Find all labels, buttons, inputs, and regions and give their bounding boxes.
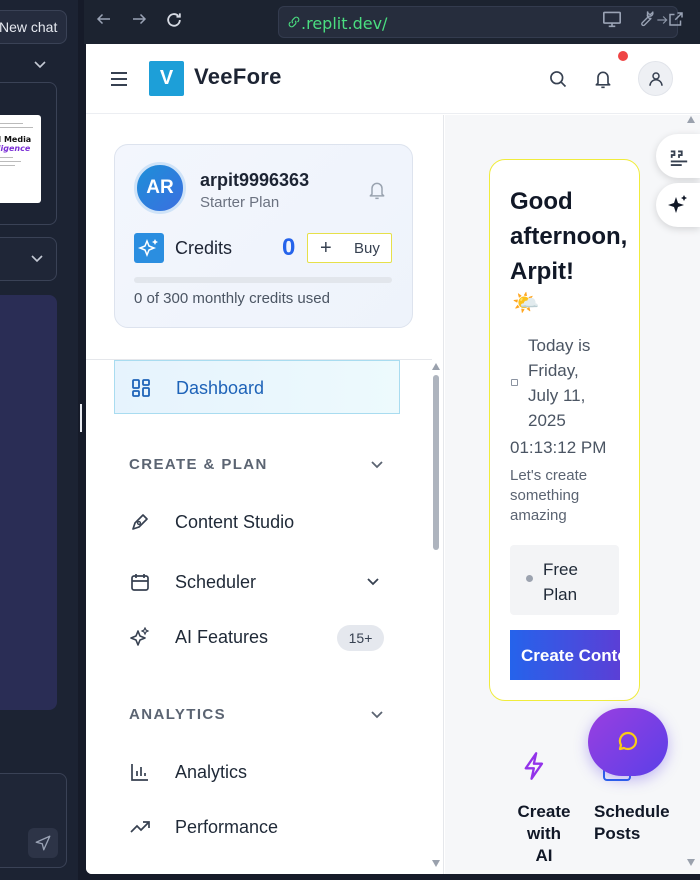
plus-icon: + (320, 237, 332, 259)
calendar-icon (511, 379, 518, 386)
scroll-up-arrow[interactable] (687, 116, 695, 123)
back-icon[interactable] (92, 10, 116, 34)
credits-progress-bar (134, 277, 392, 283)
sidebar: AR arpit9996363 Starter Plan Credits 0 +… (86, 115, 444, 874)
chevron-down-icon[interactable] (34, 58, 46, 72)
bar-chart-icon (131, 764, 148, 781)
credits-usage-text: 0 of 300 monthly credits used (134, 290, 330, 307)
trending-up-icon (130, 821, 150, 833)
credits-value: 0 (282, 234, 296, 261)
preview-card[interactable]: el Media lligence (0, 82, 57, 225)
user-icon (649, 72, 663, 86)
sidebar-item-label: Scheduler (175, 572, 257, 592)
grid-icon (132, 379, 150, 397)
buy-label: Buy (354, 240, 380, 257)
sidebar-item-dashboard[interactable]: Dashboard (114, 360, 400, 414)
sidebar-scrollbar[interactable] (432, 363, 440, 868)
create-content-label: Create Content (521, 646, 620, 665)
devices-icon[interactable] (600, 10, 624, 34)
chevron-down-icon[interactable] (370, 460, 384, 470)
sidebar-item-label: AI Features (175, 627, 269, 647)
calendar-icon (131, 574, 149, 591)
search-icon[interactable] (548, 69, 568, 89)
notification-dot (618, 51, 628, 61)
quick-action-label: AI (535, 846, 553, 865)
status-dot (526, 575, 533, 582)
buy-credits-button[interactable]: + Buy (307, 233, 392, 263)
quick-action-schedule-posts[interactable]: Schedule Posts (594, 801, 684, 845)
user-avatar-button[interactable] (638, 61, 673, 96)
brand-name[interactable]: VeeFore (194, 64, 282, 90)
open-external-icon[interactable] (664, 10, 688, 34)
send-button[interactable] (28, 828, 58, 858)
plan-label: Starter Plan (200, 194, 280, 211)
wrench-icon[interactable] (634, 10, 658, 34)
sparkles-icon (134, 233, 164, 263)
browser-toolbar: .replit.dev/ (84, 0, 700, 44)
sidebar-item-content-studio[interactable]: Content Studio (114, 495, 400, 549)
hamburger-icon[interactable] (110, 71, 128, 87)
new-chat-button[interactable]: New chat (0, 10, 67, 44)
weather-icon: 🌤️ (512, 290, 540, 315)
sparkles-icon (130, 627, 150, 646)
sidebar-item-label: Performance (175, 817, 279, 837)
quick-action-create-ai[interactable]: Create with AI (509, 801, 579, 867)
scroll-up-arrow[interactable] (432, 363, 440, 370)
sidebar-item-label: Analytics (175, 762, 248, 782)
time-text: 01:13:12 PM (510, 438, 607, 457)
chevron-down-icon (31, 255, 43, 263)
scroll-thumb[interactable] (433, 375, 439, 550)
link-icon (288, 16, 300, 28)
sidebar-item-label: Dashboard (176, 378, 265, 398)
count-badge: 15+ (337, 625, 384, 651)
plan-chip: Free Plan (510, 545, 619, 615)
greeting-title: Good afternoon, Arpit! (510, 188, 628, 285)
lightning-icon[interactable] (521, 751, 549, 781)
date-text: Today is Friday, July 11, 2025 (528, 336, 591, 430)
reload-icon[interactable] (162, 10, 186, 34)
sidebar-item-analytics[interactable]: Analytics (114, 745, 400, 799)
screen: New chat el Media lligence (0, 0, 700, 880)
forward-icon[interactable] (127, 10, 151, 34)
sidebar-item-performance[interactable]: Performance (114, 800, 400, 854)
credits-label: Credits (175, 238, 233, 258)
chevron-down-icon[interactable] (370, 710, 384, 720)
quick-action-label: Create (517, 802, 571, 821)
section-analytics[interactable]: ANALYTICS (129, 706, 226, 723)
brand-logo-letter: V (159, 67, 174, 89)
chat-bubble-icon (618, 731, 638, 751)
quick-action-label: with (527, 824, 561, 843)
chat-area (0, 295, 57, 710)
bell-icon[interactable] (367, 179, 387, 201)
sidebar-item-ai-features[interactable]: AI Features 15+ (114, 610, 400, 664)
create-content-button[interactable]: Create Content (510, 630, 620, 680)
plan-chip-label: Free Plan (543, 560, 578, 604)
username: arpit9996363 (200, 170, 310, 190)
preview-thumbnail: el Media lligence (0, 115, 41, 203)
greeting-subtext: Let's create something amazing (510, 467, 588, 524)
new-chat-label: New chat (0, 19, 58, 35)
chat-fab-button[interactable] (588, 708, 668, 776)
avatar[interactable]: AR (134, 162, 186, 214)
select-dropdown[interactable] (0, 237, 57, 281)
brand-logo[interactable]: V (149, 61, 184, 96)
bell-icon[interactable] (593, 68, 613, 90)
left-panel: New chat el Media lligence (0, 0, 78, 880)
app-header: V VeeFore (86, 44, 700, 114)
chevron-down-icon[interactable] (366, 577, 380, 587)
pane-resize-handle[interactable] (80, 404, 82, 432)
sidebar-item-label: Content Studio (175, 512, 295, 532)
scroll-down-arrow[interactable] (687, 859, 695, 866)
section-create-plan[interactable]: CREATE & PLAN (129, 456, 268, 473)
pen-icon (132, 514, 148, 530)
user-card: AR arpit9996363 Starter Plan Credits 0 +… (114, 144, 413, 328)
send-icon (35, 835, 51, 851)
greeting-card: Good afternoon, Arpit! 🌤️ Today is Frida… (489, 159, 640, 701)
sidebar-item-scheduler[interactable]: Scheduler (114, 555, 400, 609)
url-text: .replit.dev/ (301, 14, 388, 33)
main-scrollbar[interactable] (687, 113, 695, 870)
scroll-down-arrow[interactable] (432, 860, 440, 867)
